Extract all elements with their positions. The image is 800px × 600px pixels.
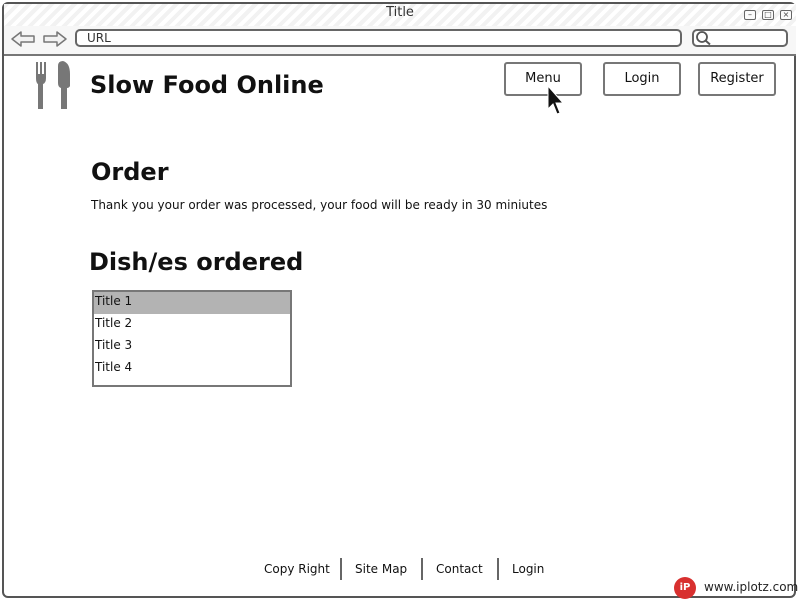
footer-divider xyxy=(497,558,499,580)
menu-button[interactable]: Menu xyxy=(504,62,582,96)
order-heading: Order xyxy=(91,158,169,186)
footer-link-sitemap[interactable]: Site Map xyxy=(355,562,407,576)
url-text: URL xyxy=(87,31,111,45)
footer-divider xyxy=(421,558,423,580)
list-item-selected[interactable]: Title 1 xyxy=(94,292,290,314)
dishes-heading: Dish/es ordered xyxy=(89,248,304,276)
mouse-pointer-icon xyxy=(547,85,565,115)
watermark-text: www.iplotz.com xyxy=(704,580,799,594)
site-title: Slow Food Online xyxy=(90,71,324,99)
footer-link-login[interactable]: Login xyxy=(512,562,544,576)
iplotz-logo-icon: iP xyxy=(674,577,696,599)
register-button[interactable]: Register xyxy=(698,62,776,96)
footer-divider xyxy=(340,558,342,580)
search-icon[interactable] xyxy=(695,30,713,46)
list-item[interactable]: Title 3 xyxy=(94,336,290,358)
maximize-icon[interactable]: □ xyxy=(762,10,774,20)
order-message: Thank you your order was processed, your… xyxy=(91,198,548,212)
close-icon[interactable]: × xyxy=(780,10,792,20)
minimize-icon[interactable]: – xyxy=(744,10,756,20)
url-input[interactable] xyxy=(75,29,682,47)
fork-knife-icon xyxy=(36,61,70,109)
window-title: Title xyxy=(386,5,414,20)
dishes-list[interactable]: Title 1 Title 2 Title 3 Title 4 xyxy=(92,290,292,387)
login-button[interactable]: Login xyxy=(603,62,681,96)
list-item[interactable]: Title 2 xyxy=(94,314,290,336)
forward-arrow-icon[interactable] xyxy=(42,30,68,48)
footer-link-copyright[interactable]: Copy Right xyxy=(264,562,330,576)
back-arrow-icon[interactable] xyxy=(10,30,36,48)
footer-link-contact[interactable]: Contact xyxy=(436,562,483,576)
list-item[interactable]: Title 4 xyxy=(94,358,290,380)
